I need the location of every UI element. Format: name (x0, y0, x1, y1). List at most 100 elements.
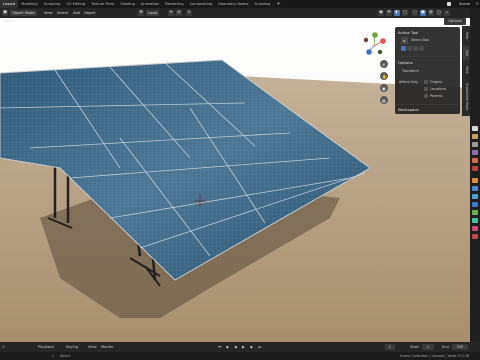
gizmo-icon[interactable]: ✣ (386, 10, 392, 16)
view-layer-icon[interactable] (472, 150, 478, 155)
world-props-icon[interactable] (472, 166, 478, 171)
tab-rendering[interactable]: Rendering (162, 0, 186, 8)
add-workspace-button[interactable]: + (273, 0, 283, 8)
tab-texture-paint[interactable]: Texture Paint (88, 0, 117, 8)
tool-props-icon[interactable] (472, 126, 478, 131)
timeline-editor-icon[interactable]: ⏱ (2, 344, 5, 350)
tab-modeling[interactable]: Modeling (18, 0, 40, 8)
shading-options-icon[interactable]: ⌄ (444, 10, 450, 16)
scene-statistics: Scene Collection | Unused | Verts:75,176 (400, 354, 470, 358)
jump-start-icon[interactable]: ⏮ (218, 344, 221, 350)
viewport-header: ▣ Object Mode View Select Add Object ⊕ L… (0, 8, 480, 18)
tab-sculpting[interactable]: Sculpting (41, 0, 64, 8)
tab-tool[interactable]: Tool (463, 46, 469, 60)
shading-solid-icon[interactable]: ● (420, 10, 426, 16)
properties-tab-strip (470, 8, 480, 342)
svg-text:▣: ▣ (382, 86, 386, 91)
menu-select[interactable]: Select (55, 10, 70, 16)
play-icon[interactable]: ▶ (242, 344, 245, 350)
sidebar-tabs: Item Tool View Screenshot Reply (462, 26, 470, 116)
scene-props-icon[interactable] (472, 158, 478, 163)
mode-invert-icon[interactable] (419, 46, 424, 51)
end-frame-field[interactable]: 250 (452, 344, 468, 350)
active-tool-header[interactable]: Active Tool (398, 30, 418, 35)
active-object-label: Object (3, 19, 15, 23)
menu-view[interactable]: View (88, 344, 97, 350)
parents-checkbox[interactable] (424, 94, 428, 98)
menu-view[interactable]: View (42, 10, 55, 16)
mode-dropdown[interactable]: Object Mode (10, 10, 37, 16)
tab-animation[interactable]: Animation (138, 0, 162, 8)
menu-playback[interactable]: Playback (38, 344, 54, 350)
parents-label: Parents (430, 94, 443, 98)
tab-scripting[interactable]: Scripting (251, 0, 273, 8)
tab-screenshot-reply[interactable]: Screenshot Reply (463, 80, 469, 114)
locations-checkbox[interactable] (424, 87, 428, 91)
constraints-props-icon[interactable] (472, 210, 478, 215)
mouse-left-icon: 🖱 (52, 354, 55, 358)
transform-subheader[interactable]: Transform (402, 69, 419, 73)
scene-selector[interactable]: Scene (459, 0, 470, 8)
particles-props-icon[interactable] (472, 194, 478, 199)
timeline-header: ⏱ Playback Keying View Marker ⏮ ◆ ◀ ▶ ◆ … (0, 342, 480, 352)
proportional-edit-icon[interactable]: ◎ (176, 10, 182, 16)
transform-orientation-icon[interactable]: ⊕ (138, 10, 144, 16)
render-props-icon[interactable] (472, 134, 478, 139)
menu-object[interactable]: Object (82, 10, 98, 16)
xray-icon[interactable]: ▢ (402, 10, 408, 16)
workspace-header[interactable]: Workspace (398, 107, 419, 112)
jump-end-icon[interactable]: ⏭ (258, 344, 261, 350)
locations-label: Locations (430, 87, 447, 91)
mode-extend-icon[interactable] (407, 46, 412, 51)
affect-only-label: Affect Only (399, 80, 418, 84)
end-label: End (442, 345, 449, 349)
mode-set-icon[interactable] (401, 46, 406, 51)
svg-text:✋: ✋ (382, 74, 387, 79)
tab-uv-editing[interactable]: UV Editing (63, 0, 88, 8)
overlay-icon[interactable]: ◐ (394, 10, 400, 16)
divider (397, 104, 458, 105)
tab-shading[interactable]: Shading (117, 0, 138, 8)
texture-props-icon[interactable] (472, 234, 478, 239)
snap-icon[interactable]: ⌖ (168, 10, 174, 16)
mode-subtract-icon[interactable] (413, 46, 418, 51)
start-frame-field[interactable]: 1 (422, 344, 434, 350)
play-reverse-icon[interactable]: ◀ (234, 344, 237, 350)
tab-layout[interactable]: Layout (0, 0, 19, 8)
physics-props-icon[interactable] (472, 202, 478, 207)
options-header[interactable]: Options (398, 60, 413, 65)
output-props-icon[interactable] (472, 142, 478, 147)
status-hint: Select (60, 354, 71, 358)
tab-geometry-nodes[interactable]: Geometry Nodes (215, 0, 251, 8)
material-props-icon[interactable] (472, 226, 478, 231)
editor-type-icon[interactable]: ▣ (2, 10, 8, 16)
start-label: Start (410, 345, 419, 349)
next-keyframe-icon[interactable]: ◆ (250, 344, 253, 350)
shading-wireframe-icon[interactable]: ◌ (412, 10, 418, 16)
origins-label: Origins (430, 80, 443, 84)
options-button[interactable]: Options (444, 18, 466, 25)
tab-compositing[interactable]: Compositing (187, 0, 216, 8)
visibility-icon[interactable]: ◉ (378, 10, 384, 16)
data-props-icon[interactable] (472, 218, 478, 223)
tool-settings-panel: Active Tool ▸ Select Box Options Transfo… (395, 27, 460, 114)
modifier-props-icon[interactable] (472, 186, 478, 191)
tab-item[interactable]: Item (463, 29, 469, 43)
falloff-icon[interactable]: ∧ (186, 10, 192, 16)
shading-rendered-icon[interactable]: ○ (436, 10, 442, 16)
scene-icon (447, 2, 451, 6)
svg-text:▦: ▦ (382, 98, 386, 103)
origins-checkbox[interactable] (424, 80, 428, 84)
menu-add[interactable]: Add (71, 10, 82, 16)
pivot-dropdown[interactable]: Local (146, 10, 160, 16)
prev-keyframe-icon[interactable]: ◆ (226, 344, 229, 350)
object-props-icon[interactable] (472, 178, 478, 183)
status-bar: 🖱 Select Scene Collection | Unused | Ver… (0, 352, 480, 360)
menu-marker[interactable]: Marker (101, 344, 113, 350)
shading-material-icon[interactable]: ◍ (428, 10, 434, 16)
select-box-icon[interactable]: ▸ (401, 37, 408, 44)
close-icon[interactable]: ✕ (476, 0, 479, 8)
tab-view[interactable]: View (463, 63, 469, 77)
current-frame-field[interactable]: 1 (385, 344, 395, 350)
menu-keying[interactable]: Keying (66, 344, 78, 350)
